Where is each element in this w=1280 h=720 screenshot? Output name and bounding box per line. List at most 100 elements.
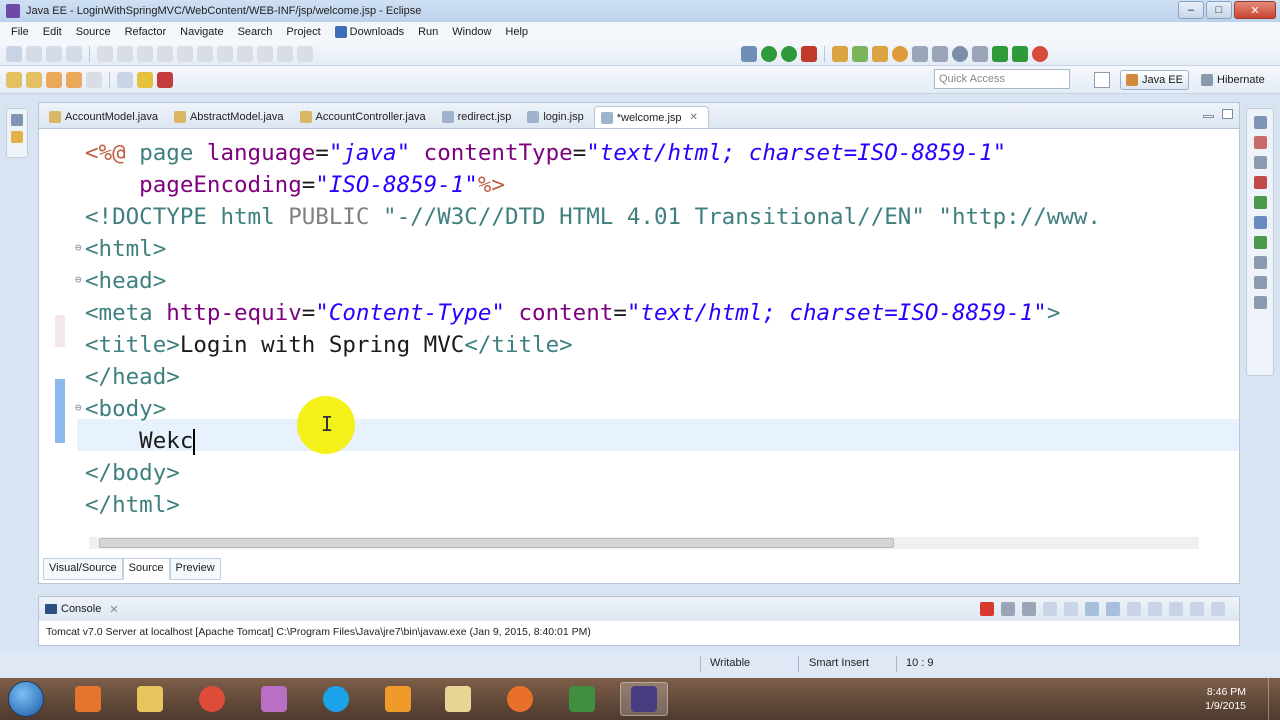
save-all-icon[interactable] [46,45,62,62]
taskbar-paint[interactable] [250,682,298,716]
restore-icon[interactable] [11,114,23,126]
outline-icon[interactable] [137,45,153,62]
forward-icon[interactable] [86,71,102,88]
tab-redirect-jsp[interactable]: redirect.jsp [436,106,522,128]
external-tools-icon[interactable] [801,45,817,62]
tab-account-model[interactable]: AccountModel.java [43,106,168,128]
open-perspective-icon[interactable] [1094,72,1110,88]
format-icon[interactable] [97,45,113,62]
taskbar-excel[interactable] [558,682,606,716]
pause-icon[interactable] [237,45,253,62]
indent-icon[interactable] [157,45,173,62]
open-console-icon[interactable] [1169,602,1183,616]
print-icon[interactable] [66,45,82,62]
project-explorer-icon[interactable] [11,131,23,143]
back-icon[interactable] [66,71,82,88]
system-clock[interactable]: 8:46 PM 1/9/2015 [1205,685,1246,713]
taskbar-outlook[interactable] [374,682,422,716]
tab-source[interactable]: Source [122,558,170,580]
tab-preview[interactable]: Preview [169,558,221,580]
quick-access-input[interactable]: Quick Access [934,69,1070,89]
menu-project[interactable]: Project [279,26,327,38]
new-class-icon[interactable] [852,45,868,62]
step-over-icon[interactable] [277,45,293,62]
minimize-editor-icon[interactable] [1203,115,1214,118]
pin-icon[interactable] [117,71,133,88]
spell-icon[interactable] [157,71,173,88]
task-list-icon[interactable] [1253,156,1267,169]
taskbar-explorer[interactable] [126,682,174,716]
menu-edit[interactable]: Edit [36,26,69,38]
close-tab-icon[interactable]: ✕ [690,112,698,123]
palette-icon[interactable] [1253,256,1267,269]
menu-downloads[interactable]: Downloads [328,26,411,38]
perspective-hibernate[interactable]: Hibernate [1196,70,1270,90]
problems-icon[interactable] [1253,176,1267,189]
taskbar-chrome[interactable] [188,682,236,716]
code-editor[interactable]: <%@ page language="java" contentType="te… [39,129,1239,537]
history-icon[interactable] [972,45,988,62]
snippets-icon[interactable] [1253,236,1267,249]
remove-launch-icon[interactable] [1001,602,1015,616]
remove-all-icon[interactable] [1022,602,1036,616]
search-icon[interactable] [912,45,928,62]
maximize-console-icon[interactable] [1211,602,1225,616]
new-package-icon[interactable] [832,45,848,62]
tab-account-controller[interactable]: AccountController.java [294,106,436,128]
close-console-icon[interactable]: ✕ [109,603,118,616]
prev-annotation-icon[interactable] [26,71,42,88]
tab-welcome-jsp[interactable]: *welcome.jsp ✕ [593,106,709,128]
servers-icon[interactable] [1253,196,1267,209]
open-type-icon[interactable] [892,45,908,62]
data-source-icon[interactable] [1253,216,1267,229]
outdent-icon[interactable] [177,45,193,62]
outline-view-icon[interactable] [1253,136,1267,149]
console-title[interactable]: Console [61,603,101,615]
fold-toggle-icon[interactable]: ⊖ [75,401,82,414]
minimize-button[interactable]: – [1178,1,1204,19]
markers-icon[interactable] [1253,296,1267,309]
tab-abstract-model[interactable]: AbstractModel.java [168,106,294,128]
start-server-icon[interactable] [992,45,1008,62]
maximize-editor-icon[interactable] [1222,109,1233,119]
taskbar-files[interactable] [434,682,482,716]
stop-server-icon[interactable] [1032,45,1048,62]
toggle-comment-icon[interactable] [117,45,133,62]
minimize-console-icon[interactable] [1190,602,1204,616]
perspective-java-ee[interactable]: Java EE [1120,70,1189,90]
maximize-button[interactable]: □ [1206,1,1232,19]
menu-window[interactable]: Window [445,26,498,38]
wrap-icon[interactable] [217,45,233,62]
new-icon[interactable] [6,45,22,62]
fold-toggle-icon[interactable]: ⊖ [75,273,82,286]
menu-help[interactable]: Help [498,26,535,38]
fold-toggle-icon[interactable]: ⊖ [75,241,82,254]
step-icon[interactable] [257,45,273,62]
menu-source[interactable]: Source [69,26,118,38]
new-web-icon[interactable] [872,45,888,62]
restore-icon[interactable] [1253,116,1267,129]
step-return-icon[interactable] [297,45,313,62]
close-button[interactable]: ✕ [1234,1,1276,19]
horizontal-scrollbar[interactable] [89,537,1199,549]
annotation-icon[interactable] [932,45,948,62]
display-console-icon[interactable] [1148,602,1162,616]
scrollbar-thumb[interactable] [99,538,894,548]
properties-icon[interactable] [1253,276,1267,289]
show-on-output-icon[interactable] [1106,602,1120,616]
clear-console-icon[interactable] [1043,602,1057,616]
menu-run[interactable]: Run [411,26,445,38]
lightning-icon[interactable] [137,71,153,88]
last-edit-icon[interactable] [46,71,62,88]
terminate-icon[interactable] [980,602,994,616]
word-wrap-icon[interactable] [1085,602,1099,616]
run-icon[interactable] [781,45,797,62]
menu-refactor[interactable]: Refactor [118,26,174,38]
block-icon[interactable] [197,45,213,62]
scroll-lock-icon[interactable] [1064,602,1078,616]
menu-search[interactable]: Search [231,26,280,38]
taskbar-media-player[interactable] [64,682,112,716]
menu-file[interactable]: File [4,26,36,38]
taskbar-eclipse[interactable] [620,682,668,716]
start-button[interactable] [8,681,44,717]
